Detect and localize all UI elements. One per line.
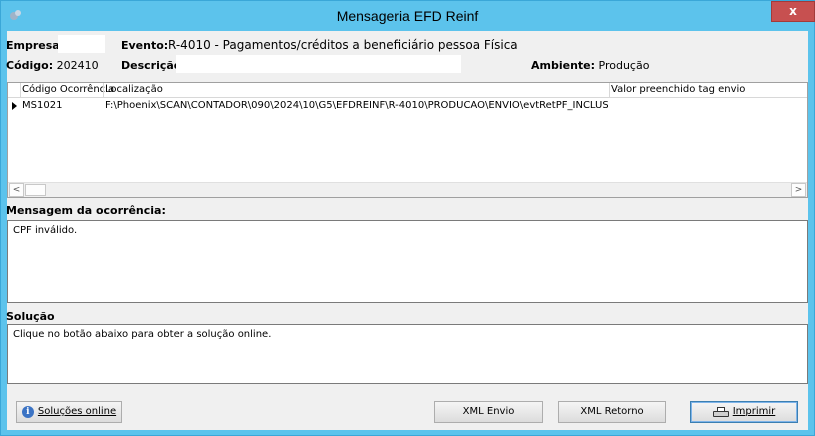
solucao-textbox[interactable]: Clique no botão abaixo para obter a solu…	[7, 324, 808, 384]
xml-retorno-button[interactable]: XML Retorno	[558, 401, 666, 423]
column-header-valor[interactable]: Valor preenchido tag envio	[611, 84, 745, 95]
codigo-value: 202410	[56, 59, 99, 72]
imprimir-label: Imprimir	[732, 406, 776, 417]
info-icon: i	[21, 406, 34, 418]
solucao-label: Solução	[6, 310, 55, 323]
cell-localizacao[interactable]: F:\Phoenix\SCAN\CONTADOR\090\2024\10\G5\…	[105, 100, 608, 111]
mensagem-text: CPF inválido.	[13, 225, 78, 236]
xml-envio-button[interactable]: XML Envio	[434, 401, 543, 423]
main-panel: Empresa: Evento: R-4010 - Pagamentos/cré…	[6, 31, 808, 430]
grid-header: Código Ocorrência Localização Valor pree…	[8, 83, 807, 98]
evento-label: Evento:	[121, 39, 169, 52]
empresa-label: Empresa:	[6, 39, 65, 52]
solucoes-online-label: Soluções online	[37, 406, 117, 417]
table-row[interactable]: MS1021 F:\Phoenix\SCAN\CONTADOR\090\2024…	[8, 99, 807, 114]
scroll-thumb[interactable]	[25, 184, 46, 196]
current-row-indicator-icon	[12, 102, 17, 110]
empresa-field	[58, 35, 105, 53]
mensagem-textbox[interactable]: CPF inválido.	[7, 220, 808, 303]
close-button[interactable]: x	[771, 1, 815, 22]
evento-value: R-4010 - Pagamentos/créditos a beneficiá…	[168, 38, 518, 52]
cell-codigo[interactable]: MS1021	[22, 100, 102, 111]
column-header-localizacao[interactable]: Localização	[105, 84, 163, 95]
ambiente-label: Ambiente:	[531, 59, 596, 72]
occurrence-grid[interactable]: Código Ocorrência Localização Valor pree…	[7, 82, 808, 198]
ambiente-row: Ambiente: Produção	[531, 59, 649, 72]
window-title: Mensageria EFD Reinf	[336, 8, 479, 24]
title-bar[interactable]: Mensageria EFD Reinf x	[1, 1, 815, 31]
imprimir-button[interactable]: Imprimir	[690, 401, 798, 423]
codigo-label: Código:	[6, 59, 54, 72]
solucoes-online-button[interactable]: i Soluções online	[16, 401, 122, 423]
codigo-row: Código: 202410	[6, 59, 99, 72]
solucao-text: Clique no botão abaixo para obter a solu…	[13, 329, 272, 340]
scroll-right-button[interactable]: >	[791, 183, 806, 197]
descricao-field	[176, 55, 461, 73]
mensagem-label: Mensagem da ocorrência:	[6, 204, 166, 217]
scroll-left-button[interactable]: <	[9, 183, 24, 197]
ambiente-value: Produção	[598, 59, 650, 72]
column-header-codigo[interactable]: Código Ocorrência	[22, 84, 114, 95]
printer-icon	[712, 406, 729, 418]
app-window: Mensageria EFD Reinf x Empresa: Evento: …	[0, 0, 815, 436]
horizontal-scrollbar[interactable]: < >	[8, 182, 807, 197]
